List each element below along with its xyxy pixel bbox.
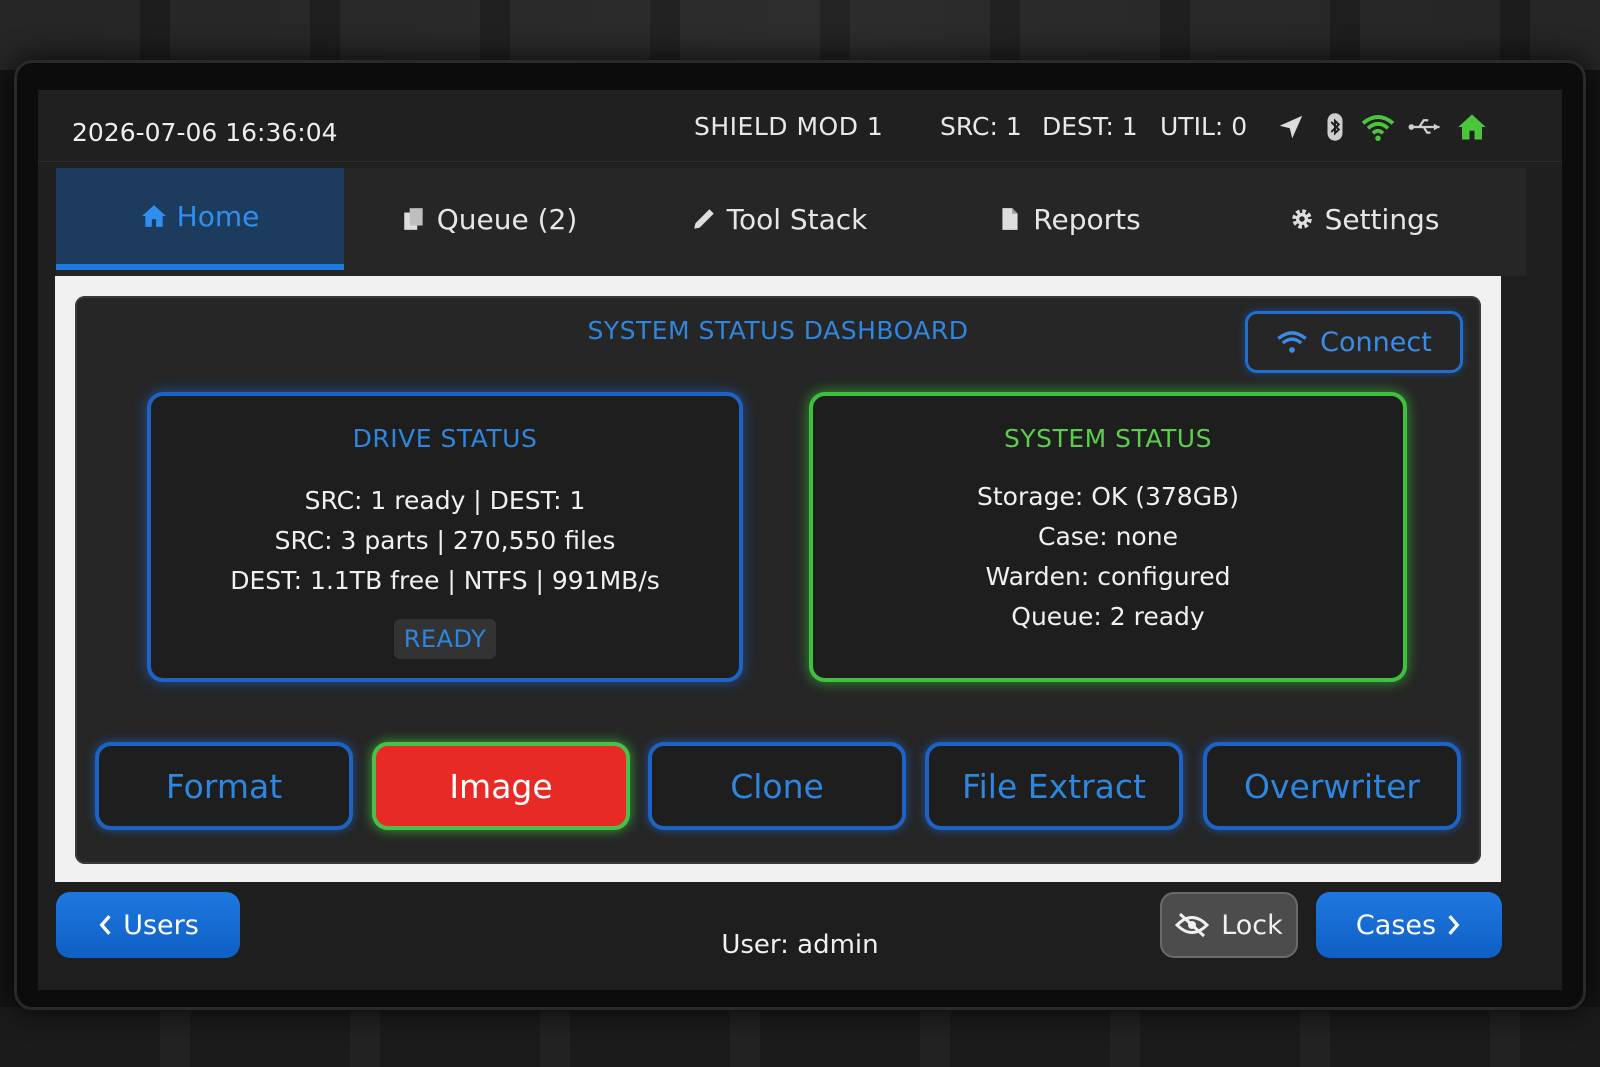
- nav-tabs: Home Queue (2) Tool Stack Reports Settin…: [56, 168, 1526, 276]
- copy-icon: [403, 208, 423, 230]
- tab-settings[interactable]: Settings: [1214, 168, 1514, 270]
- image-button[interactable]: Image: [372, 742, 630, 830]
- lock-button[interactable]: Lock: [1160, 892, 1298, 958]
- cases-label: Cases: [1355, 909, 1437, 941]
- system-status-line: Case: none: [1038, 522, 1178, 551]
- location-arrow-icon: [1279, 115, 1303, 139]
- wifi-icon: [1277, 331, 1307, 353]
- src-count: SRC: 1: [940, 112, 1022, 141]
- system-status-card: SYSTEM STATUS Storage: OK (378GB) Case: …: [809, 392, 1407, 682]
- system-status-line: Warden: configured: [985, 562, 1231, 591]
- format-button[interactable]: Format: [95, 742, 353, 830]
- bluetooth-icon: [1327, 113, 1343, 141]
- tab-home[interactable]: Home: [56, 168, 344, 270]
- tab-tool-stack[interactable]: Tool Stack: [634, 168, 924, 270]
- system-status-line: Storage: OK (378GB): [977, 482, 1239, 511]
- tab-label: Home: [176, 199, 260, 233]
- overwriter-button[interactable]: Overwriter: [1203, 742, 1461, 830]
- drive-status-line: SRC: 3 parts | 270,550 files: [274, 526, 616, 555]
- lock-label: Lock: [1221, 909, 1283, 941]
- usb-icon: [1408, 119, 1440, 134]
- pencil-icon: [693, 209, 714, 229]
- eye-slash-icon: [1175, 912, 1210, 938]
- tab-label: Settings: [1324, 202, 1440, 236]
- drive-status-title: DRIVE STATUS: [352, 424, 538, 453]
- tab-label: Reports: [1033, 202, 1141, 236]
- system-status-title: SYSTEM STATUS: [1004, 424, 1212, 453]
- status-bar: 2026-07-06 16:36:04 SHIELD MOD 1 SRC: 1 …: [38, 90, 1562, 162]
- connect-button[interactable]: Connect: [1245, 311, 1463, 373]
- drive-status-lines: SRC: 1 ready | DEST: 1 SRC: 3 parts | 27…: [151, 481, 739, 601]
- util-count: UTIL: 0: [1160, 112, 1248, 141]
- system-status-line: Queue: 2 ready: [1011, 602, 1205, 631]
- tab-label: Queue (2): [436, 202, 578, 236]
- drive-status-line: SRC: 1 ready | DEST: 1: [304, 486, 586, 515]
- datetime: 2026-07-06 16:36:04: [72, 118, 338, 147]
- dest-count: DEST: 1: [1042, 112, 1138, 141]
- chevron-right-icon: [1448, 915, 1460, 935]
- dashboard-panel: SYSTEM STATUS DASHBOARD Connect DRIVE ST…: [75, 296, 1481, 864]
- device-screen: 2026-07-06 16:36:04 SHIELD MOD 1 SRC: 1 …: [38, 90, 1562, 990]
- file-extract-button[interactable]: File Extract: [925, 742, 1183, 830]
- file-icon: [1002, 208, 1018, 230]
- bottom-bar: Users User: admin Lock Cases: [38, 882, 1562, 990]
- home-icon[interactable]: [1456, 112, 1488, 142]
- tab-label: Tool Stack: [726, 202, 868, 236]
- connect-label: Connect: [1320, 326, 1432, 358]
- cases-button[interactable]: Cases: [1316, 892, 1502, 958]
- home-icon: [141, 205, 166, 227]
- tab-queue[interactable]: Queue (2): [344, 168, 634, 270]
- action-buttons: Format Image Clone File Extract Overwrit…: [95, 742, 1465, 834]
- clone-button[interactable]: Clone: [648, 742, 906, 830]
- tab-reports[interactable]: Reports: [924, 168, 1214, 270]
- gear-icon: [1291, 209, 1312, 229]
- drive-status-card: DRIVE STATUS SRC: 1 ready | DEST: 1 SRC:…: [147, 392, 743, 682]
- system-status-lines: Storage: OK (378GB) Case: none Warden: c…: [813, 477, 1403, 637]
- drive-status-line: DEST: 1.1TB free | NTFS | 991MB/s: [230, 566, 660, 595]
- wifi-icon: [1361, 115, 1395, 141]
- device-name: SHIELD MOD 1: [694, 112, 884, 141]
- ready-badge: READY: [393, 619, 497, 659]
- content-frame: SYSTEM STATUS DASHBOARD Connect DRIVE ST…: [55, 276, 1501, 882]
